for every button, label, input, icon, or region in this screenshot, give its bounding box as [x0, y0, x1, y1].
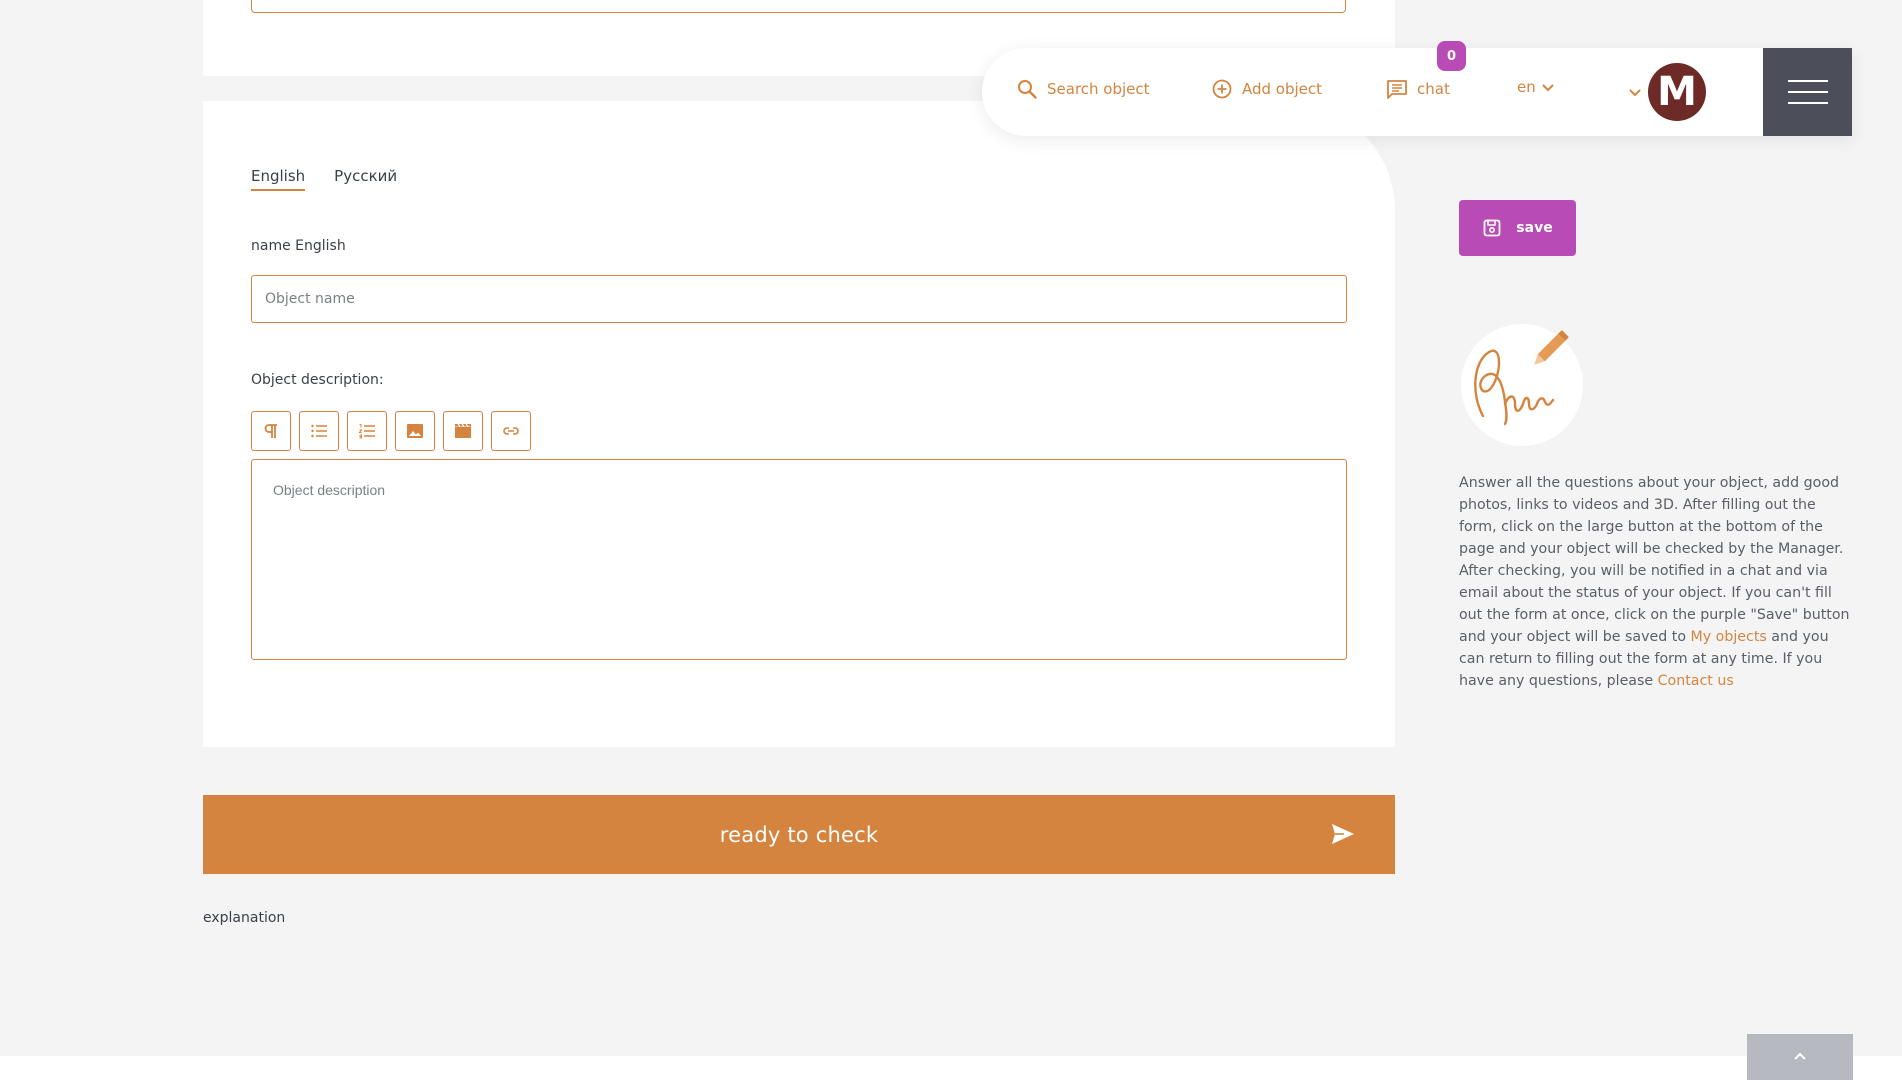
signature-illustration	[1461, 324, 1583, 446]
numbered-list-icon	[358, 424, 375, 439]
avatar[interactable]: M	[1648, 63, 1706, 121]
explanation-text: explanation	[203, 910, 286, 926]
object-description-textarea[interactable]	[251, 459, 1347, 660]
link-button[interactable]	[491, 411, 531, 451]
language-tabs: English Русский	[251, 167, 397, 191]
bulleted-list-icon	[311, 424, 327, 438]
image-icon	[407, 424, 423, 438]
chevron-down-icon	[1542, 84, 1554, 92]
floppy-disk-icon	[1483, 219, 1501, 237]
ready-to-check-label: ready to check	[719, 822, 879, 847]
top-navigation-bar: Search object Add object chat 0 en M	[982, 41, 1852, 136]
hamburger-line	[1787, 91, 1828, 93]
language-label: en	[1517, 78, 1536, 96]
chat-link[interactable]: chat	[1386, 78, 1450, 100]
send-icon	[1332, 824, 1354, 844]
contact-us-link[interactable]: Contact us	[1658, 673, 1734, 689]
save-label: save	[1516, 220, 1553, 236]
hamburger-line	[1787, 102, 1828, 104]
name-description-card: English Русский name English Object desc…	[203, 101, 1395, 747]
language-selector[interactable]: en	[1517, 78, 1555, 96]
search-icon	[1018, 80, 1037, 99]
add-circle-icon	[1212, 79, 1232, 99]
search-object-label: Search object	[1047, 80, 1150, 98]
footer-edge	[0, 1056, 1902, 1080]
ready-to-check-button[interactable]: ready to check	[203, 795, 1395, 874]
save-button[interactable]: save	[1459, 200, 1576, 256]
object-name-input[interactable]	[251, 275, 1347, 323]
my-objects-link[interactable]: My objects	[1691, 629, 1767, 645]
tab-english[interactable]: English	[251, 167, 306, 191]
image-button[interactable]	[395, 411, 435, 451]
menu-button[interactable]	[1763, 48, 1852, 136]
video-icon	[455, 423, 471, 438]
account-menu-chevron-icon[interactable]	[1627, 84, 1643, 100]
tab-russian[interactable]: Русский	[334, 167, 397, 191]
paragraph-button[interactable]	[251, 411, 291, 451]
add-object-link[interactable]: Add object	[1211, 78, 1322, 100]
help-instructions: Answer all the questions about your obje…	[1459, 472, 1854, 692]
numbered-list-button[interactable]	[347, 411, 387, 451]
search-object-link[interactable]: Search object	[1016, 78, 1150, 100]
add-object-label: Add object	[1242, 80, 1323, 98]
bulleted-list-button[interactable]	[299, 411, 339, 451]
chevron-up-icon	[1794, 1052, 1806, 1060]
chat-label: chat	[1417, 80, 1450, 98]
hamburger-line	[1787, 80, 1828, 82]
chat-count-badge: 0	[1437, 41, 1466, 71]
editor-toolbar	[251, 411, 531, 451]
chat-icon	[1387, 80, 1407, 99]
scroll-to-top-button[interactable]	[1747, 1034, 1853, 1080]
help-text-part-1: Answer all the questions about your obje…	[1459, 475, 1850, 645]
previous-input-field[interactable]	[251, 0, 1346, 13]
link-icon	[503, 427, 519, 435]
video-button[interactable]	[443, 411, 483, 451]
name-label: name English	[251, 238, 346, 254]
signature-pencil-icon	[1474, 330, 1569, 426]
paragraph-icon	[264, 424, 277, 438]
description-label: Object description:	[251, 372, 384, 388]
